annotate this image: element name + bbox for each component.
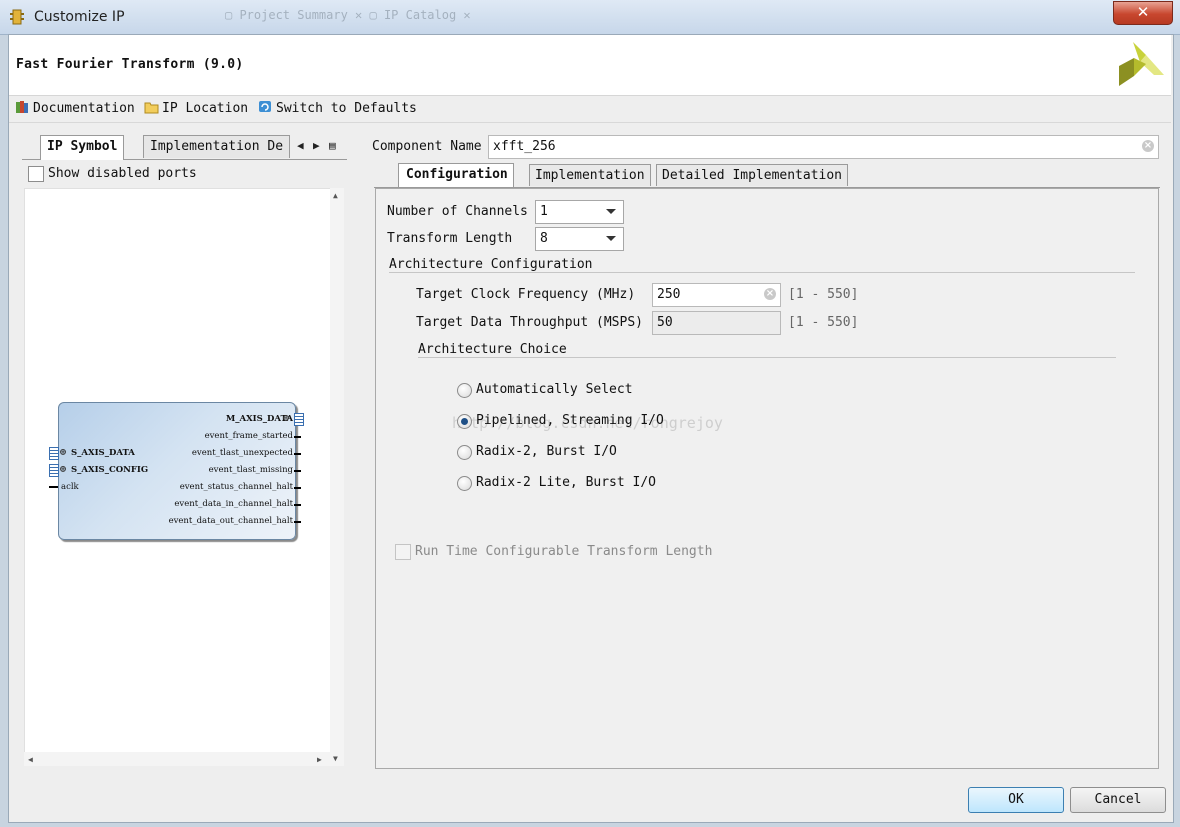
tab-implementation-details[interactable]: Implementation De [143, 135, 290, 158]
port-event-tlast-missing: event_tlast_missing [208, 465, 293, 475]
background-tabs: ▢ Project Summary ✕ ▢ IP Catalog ✕ [225, 8, 471, 22]
vertical-scrollbar[interactable]: ▲ ▼ [330, 188, 344, 766]
radio-automatically-select[interactable] [457, 383, 472, 398]
clear-icon[interactable]: × [764, 288, 776, 300]
close-button[interactable]: ✕ [1113, 1, 1173, 25]
port-event-frame-started: event_frame_started [204, 431, 293, 441]
component-name-input[interactable]: × [488, 135, 1159, 159]
chevron-down-icon [606, 236, 616, 241]
group-divider [389, 272, 1135, 273]
radio-label: Radix-2, Burst I/O [476, 444, 617, 459]
expand-plus-icon[interactable]: ⊕ [60, 465, 66, 475]
books-icon [16, 101, 28, 113]
clear-icon[interactable]: × [1142, 140, 1154, 152]
show-disabled-ports-label: Show disabled ports [48, 166, 197, 181]
pin [294, 453, 301, 455]
architecture-configuration-heading: Architecture Configuration [389, 257, 593, 272]
scroll-up-icon[interactable]: ▲ [333, 191, 338, 200]
xilinx-logo-icon [1119, 42, 1164, 86]
clock-frequency-label: Target Clock Frequency (MHz) [416, 287, 636, 302]
refresh-icon [259, 101, 271, 112]
expand-plus-icon[interactable]: ⊕ [283, 414, 289, 424]
channels-value: 1 [540, 204, 548, 219]
bus-interface-icon [294, 413, 304, 426]
scroll-down-icon[interactable]: ▼ [333, 754, 338, 763]
customize-ip-icon [10, 9, 24, 25]
horizontal-scrollbar[interactable]: ◀ ▶ [24, 752, 330, 766]
clock-frequency-input[interactable]: 250 × [652, 283, 781, 307]
port-aclk: aclk [61, 482, 79, 492]
tab-list-icon[interactable]: ▤ [329, 139, 336, 152]
tab-scroll-left-icon[interactable]: ◀ [297, 139, 304, 152]
transform-length-select[interactable]: 8 [535, 227, 624, 251]
port-event-data-in-channel-halt: event_data_in_channel_halt [174, 499, 293, 509]
ip-title: Fast Fourier Transform (9.0) [16, 57, 244, 72]
tab-detailed-implementation[interactable]: Detailed Implementation [656, 164, 849, 186]
toolbar: Documentation IP Location Switch to Defa… [9, 97, 1171, 121]
clock-frequency-value: 250 [657, 287, 681, 302]
group-divider [418, 357, 1116, 358]
ip-location-button[interactable]: IP Location [144, 100, 248, 116]
toolbar-separator [9, 122, 1171, 123]
pin [294, 521, 301, 523]
architecture-choice-heading: Architecture Choice [418, 342, 567, 357]
data-throughput-range: [1 - 550] [788, 315, 859, 330]
fft-ip-block[interactable]: M_AXIS_DATA event_frame_started event_tl… [58, 402, 296, 540]
channels-label: Number of Channels [387, 204, 528, 219]
clock-frequency-range: [1 - 550] [788, 287, 859, 302]
runtime-transform-length-label: Run Time Configurable Transform Length [415, 544, 713, 559]
pin [294, 504, 301, 506]
tab-configuration[interactable]: Configuration [398, 163, 514, 187]
left-tab-bar: IP Symbol Implementation De ◀ ▶ ▤ [22, 135, 347, 160]
tab-ip-symbol[interactable]: IP Symbol [40, 135, 125, 160]
tab-implementation[interactable]: Implementation [529, 164, 651, 186]
pin [294, 470, 301, 472]
radio-pipelined-streaming[interactable] [457, 414, 472, 429]
bus-interface-icon [49, 447, 59, 460]
cancel-button[interactable]: Cancel [1070, 787, 1166, 813]
show-disabled-ports-checkbox[interactable] [28, 166, 44, 182]
bus-interface-icon [49, 464, 59, 477]
title-bar [0, 0, 1180, 35]
ok-button[interactable]: OK [968, 787, 1064, 813]
port-event-status-channel-halt: event_status_channel_halt [179, 482, 293, 492]
tab-scroll-right-icon[interactable]: ▶ [313, 139, 320, 152]
ip-location-label: IP Location [162, 101, 249, 116]
switch-defaults-label: Switch to Defaults [276, 101, 417, 116]
chevron-down-icon [606, 209, 616, 214]
component-name-value: xfft_256 [493, 139, 556, 154]
radio-label: Radix-2 Lite, Burst I/O [476, 475, 657, 490]
window-title: Customize IP [34, 9, 125, 25]
transform-length-value: 8 [540, 231, 548, 246]
radio-label: Automatically Select [476, 382, 633, 397]
pin [294, 436, 301, 438]
radio-label: Pipelined, Streaming I/O [476, 413, 664, 428]
port-s-axis-config: S_AXIS_CONFIG [71, 465, 149, 475]
runtime-transform-length-checkbox[interactable] [395, 544, 411, 560]
folder-icon [144, 102, 159, 114]
documentation-label: Documentation [33, 101, 135, 116]
port-s-axis-data: S_AXIS_DATA [71, 448, 135, 458]
pin [49, 486, 58, 488]
data-throughput-input[interactable]: 50 [652, 311, 781, 335]
component-name-label: Component Name [372, 139, 482, 154]
port-event-tlast-unexpected: event_tlast_unexpected [191, 448, 293, 458]
port-event-data-out-channel-halt: event_data_out_channel_halt [168, 516, 293, 526]
radio-radix2-burst[interactable] [457, 445, 472, 460]
transform-length-label: Transform Length [387, 231, 513, 246]
switch-defaults-button[interactable]: Switch to Defaults [258, 100, 417, 116]
data-throughput-value: 50 [657, 315, 673, 330]
data-throughput-label: Target Data Throughput (MSPS) [416, 315, 643, 330]
channels-select[interactable]: 1 [535, 200, 624, 224]
pin [294, 487, 301, 489]
expand-plus-icon[interactable]: ⊕ [60, 448, 66, 458]
scroll-right-icon[interactable]: ▶ [317, 755, 322, 764]
scroll-left-icon[interactable]: ◀ [28, 755, 33, 764]
right-tab-bar: Configuration Implementation Detailed Im… [374, 163, 1160, 188]
documentation-button[interactable]: Documentation [15, 100, 135, 116]
radio-radix2-lite-burst[interactable] [457, 476, 472, 491]
